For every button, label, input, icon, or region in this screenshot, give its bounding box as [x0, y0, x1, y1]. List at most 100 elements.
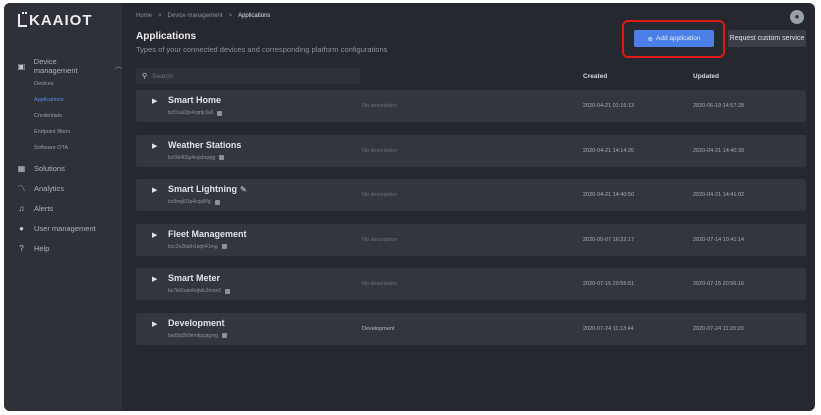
search-icon: ⚲	[142, 73, 148, 80]
avatar[interactable]: ●	[790, 10, 804, 24]
application-name: Weather Stations	[168, 139, 242, 150]
sidebar-subitem-devices[interactable]: Devices	[34, 76, 122, 92]
application-name: Smart Lightning ✎	[168, 184, 247, 194]
expand-arrow-icon[interactable]: ▶	[152, 142, 157, 150]
sidebar-item-user-management[interactable]: ● User management	[4, 218, 122, 238]
table-row[interactable]: ▶ Smart Meter bs7kk5uan6qhdv3mon0 No des…	[136, 268, 806, 300]
created-date: 2020-05-07 16:22:17	[583, 236, 635, 243]
expand-arrow-icon[interactable]: ▶	[152, 320, 157, 328]
sidebar-group-device-management: ▣ Device management ︿ Devices Applicatio…	[4, 56, 122, 156]
applications-list: ▶ Smart Home bcf1sa03p4cqrtjr3u0 No desc…	[136, 90, 806, 357]
sidebar-item-device-management[interactable]: ▣ Device management ︿	[4, 56, 122, 76]
search-bar[interactable]: ⚲	[136, 68, 360, 84]
red-highlight-box	[622, 20, 725, 58]
help-icon: ?	[19, 243, 24, 253]
sidebar-item-analytics[interactable]: 〽 Analytics	[4, 178, 122, 198]
application-name: Smart Home	[168, 95, 222, 105]
sidebar-nav: ▣ Device management ︿ Devices Applicatio…	[4, 56, 123, 258]
updated-date: 2020-07-14 10:41:14	[693, 236, 745, 243]
created-date: 2020-07-24 11:13:44	[583, 325, 634, 332]
sidebar-item-label: Device management	[33, 57, 78, 75]
table-row[interactable]: ▶ Fleet Management bcc2n2tubh1aqh41mg No…	[136, 223, 806, 256]
application-id: bcf1sa03p4cqrtjr3u0	[168, 110, 223, 116]
created-date: 2020-07-15 20:55:51	[583, 281, 635, 287]
chevron-up-icon: ︿	[115, 63, 122, 70]
breadcrumb-current: Applications	[238, 13, 271, 19]
application-id: bcf3b403p4cqsbnjejg	[168, 155, 225, 161]
sidebar-subitem-credentials[interactable]: Credentials	[34, 108, 122, 124]
copy-icon[interactable]	[225, 288, 231, 294]
application-description: No description	[362, 192, 398, 198]
sidebar-subitem-software-ota[interactable]: Software OTA	[34, 140, 122, 156]
breadcrumb-home[interactable]: Home	[136, 13, 152, 19]
app-window: KAAIOT ▣ Device management ︿ Devices App…	[4, 3, 815, 411]
sidebar-subitem-applications[interactable]: Applications	[34, 92, 122, 108]
grid-icon: ▦	[17, 163, 26, 173]
expand-arrow-icon[interactable]: ▶	[152, 275, 157, 283]
application-id: bcfbngl03p4cqslilfg	[168, 199, 220, 205]
logo[interactable]: KAAIOT	[18, 12, 93, 29]
breadcrumb-device-management[interactable]: Device management	[168, 13, 223, 19]
table-row[interactable]: ▶ Weather Stations bcf3b403p4cqsbnjejg N…	[136, 134, 806, 167]
updated-date: 2020-07-15 20:56:16	[693, 281, 745, 287]
device-icon: ▣	[17, 61, 26, 71]
sidebar-item-help[interactable]: ? Help	[4, 238, 122, 258]
search-input[interactable]	[152, 72, 333, 80]
copy-icon[interactable]	[217, 110, 223, 116]
copy-icon[interactable]	[219, 155, 225, 160]
sidebar-item-label: Analytics	[34, 183, 65, 193]
application-id: bs7kk5uan6qhdv3mon0	[168, 288, 231, 294]
application-name: Smart Meter	[168, 273, 221, 283]
sidebar-item-alerts[interactable]: ♫ Alerts	[4, 198, 122, 218]
user-icon: ●	[19, 223, 24, 233]
application-description: No description	[362, 147, 398, 154]
column-header-created[interactable]: Created	[583, 73, 607, 80]
copy-icon[interactable]	[222, 333, 228, 338]
sidebar-item-label: User management	[34, 223, 96, 233]
breadcrumb-separator: >	[158, 13, 162, 19]
expand-arrow-icon[interactable]: ▶	[152, 186, 157, 194]
sidebar: KAAIOT ▣ Device management ︿ Devices App…	[4, 3, 122, 411]
updated-date: 2020-06-19 14:57:28	[693, 103, 745, 109]
sidebar-item-label: Solutions	[34, 163, 65, 173]
application-name: Development	[168, 317, 225, 328]
copy-icon[interactable]	[221, 244, 227, 249]
sidebar-item-label: Alerts	[34, 203, 54, 213]
sidebar-submenu: Devices Applications Credentials Endpoin…	[4, 76, 122, 156]
created-date: 2020-04-21 01:16:13	[583, 103, 635, 109]
logo-text: KAAIOT	[29, 12, 93, 29]
sidebar-item-solutions[interactable]: ▦ Solutions	[4, 158, 122, 178]
updated-date: 2020-07-24 11:20:20	[693, 325, 744, 332]
created-date: 2020-04-21 14:40:50	[583, 192, 635, 198]
main-content: Home > Device management > Applications …	[122, 3, 815, 411]
page-subtitle: Types of your connected devices and corr…	[136, 45, 388, 54]
expand-arrow-icon[interactable]: ▶	[152, 97, 157, 105]
table-row[interactable]: ▶ Smart Lightning ✎ bcfbngl03p4cqslilfg N…	[136, 179, 806, 211]
sidebar-subitem-endpoint-filters[interactable]: Endpoint filters	[34, 124, 122, 140]
table-row[interactable]: ▶ Development bsd9jd2k9mnfgcjagmg Develo…	[136, 312, 806, 345]
pencil-icon[interactable]: ✎	[240, 185, 247, 194]
user-icon: ●	[794, 12, 800, 21]
sidebar-item-label: Help	[34, 243, 50, 253]
logo-mark-icon	[18, 12, 27, 27]
application-description: No description	[362, 103, 398, 109]
application-id: bsd9jd2k9mnfgcjagmg	[168, 333, 228, 339]
table-row[interactable]: ▶ Smart Home bcf1sa03p4cqrtjr3u0 No desc…	[136, 90, 806, 122]
request-custom-service-button[interactable]: Request custom service	[728, 30, 806, 47]
breadcrumb: Home > Device management > Applications	[136, 13, 270, 19]
copy-icon[interactable]	[214, 199, 220, 205]
application-id: bcc2n2tubh1aqh41mg	[168, 244, 227, 250]
expand-arrow-icon[interactable]: ▶	[152, 231, 157, 239]
created-date: 2020-04-21 14:14:26	[583, 147, 635, 154]
column-header-updated[interactable]: Updated	[693, 73, 719, 80]
updated-date: 2020-04-21 14:40:30	[693, 147, 745, 154]
application-description: Development	[362, 325, 395, 332]
page-title: Applications	[136, 31, 197, 42]
bell-icon: ♫	[18, 203, 25, 213]
application-description: No description	[362, 236, 398, 243]
analytics-icon: 〽	[17, 183, 26, 193]
updated-date: 2020-04-21 14:41:02	[693, 192, 745, 198]
application-description: No description	[362, 281, 398, 287]
breadcrumb-separator: >	[228, 13, 233, 19]
application-name: Fleet Management	[168, 228, 247, 239]
